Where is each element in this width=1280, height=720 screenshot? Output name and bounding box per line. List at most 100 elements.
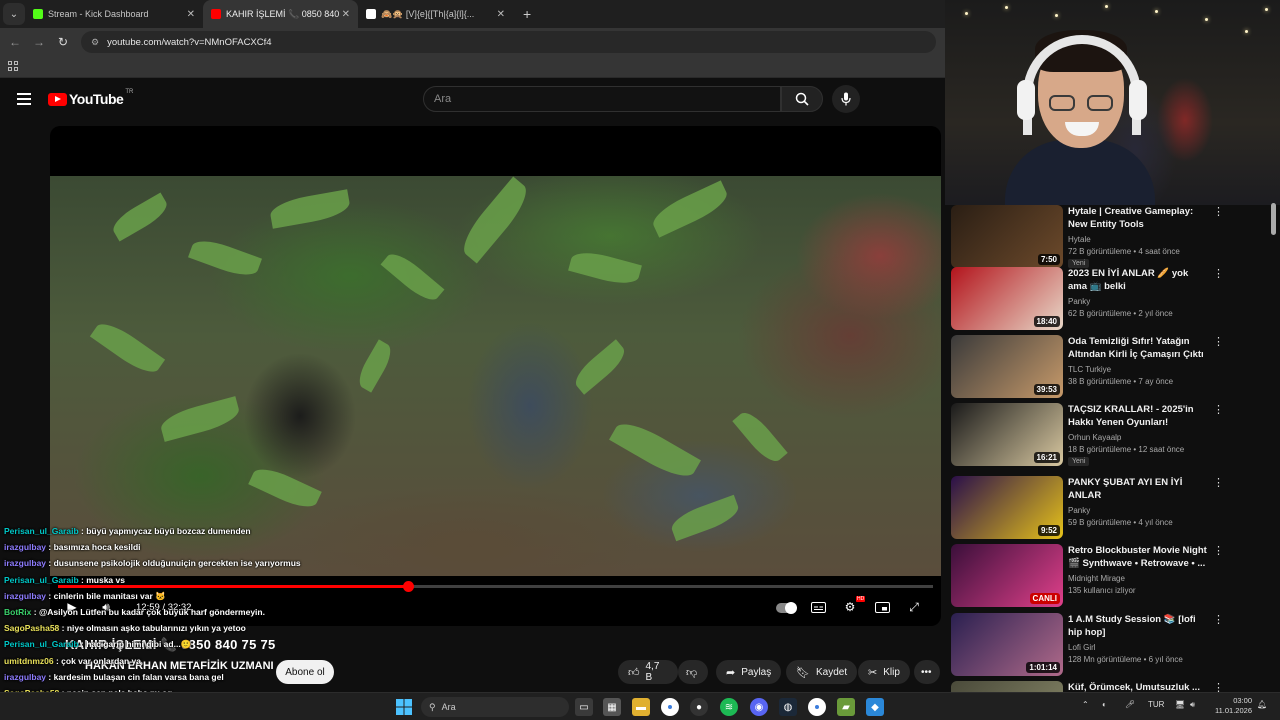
menu-icon[interactable] <box>17 93 31 105</box>
channel-name[interactable]: Panky <box>1068 506 1090 515</box>
video-thumbnail[interactable]: 39:53 <box>951 335 1063 398</box>
share-button[interactable]: ➦ Paylaş <box>716 660 782 684</box>
search-input[interactable]: Ara <box>423 86 781 112</box>
recommended-video[interactable]: 7:50 Hytale | Creative Gameplay: New Enti… <box>951 205 1271 269</box>
recommended-video[interactable]: Küf, Örümcek, Umutsuzluk ... ⋮ <box>951 681 1271 692</box>
tab-kick-dashboard[interactable]: Stream - Kick Dashboard ✕ <box>25 0 203 28</box>
video-thumbnail[interactable]: 16:21 <box>951 403 1063 466</box>
tab-tiktok[interactable]: 🙈🙊 [V]{e]{[Th|{a]{l]{... ✕ <box>358 0 513 28</box>
github-icon[interactable]: ● <box>690 698 708 716</box>
subtitles-icon[interactable] <box>810 600 826 614</box>
more-actions-button[interactable]: ••• <box>914 660 940 684</box>
chat-username[interactable]: irazgulbay <box>4 558 46 568</box>
channel-name[interactable]: Panky <box>1068 297 1090 306</box>
video-title[interactable]: Oda Temizliği Sıfır! Yatağın Altından Ki… <box>1068 335 1208 361</box>
search-button[interactable] <box>781 86 823 112</box>
video-title[interactable]: 1 A.M Study Session 📚 [lofi hip hop] <box>1068 613 1208 639</box>
windows-start-icon[interactable] <box>395 698 413 716</box>
video-thumbnail[interactable]: 18:40 <box>951 267 1063 330</box>
close-tab-icon[interactable]: ✕ <box>187 9 195 20</box>
forward-icon[interactable]: → <box>27 35 51 49</box>
channel-name[interactable]: TLC Turkiye <box>1068 365 1111 374</box>
fullscreen-icon[interactable]: ⤢ <box>906 600 922 614</box>
chat-username[interactable]: BotRix <box>4 607 31 617</box>
more-options-icon[interactable]: ⋮ <box>1213 683 1224 693</box>
video-title[interactable]: Retro Blockbuster Movie Night 🎬 Synthwav… <box>1068 544 1208 570</box>
chrome-icon-2[interactable] <box>808 698 826 716</box>
video-title[interactable]: TAÇSIZ KRALLAR! - 2025'in Hakkı Yenen Oy… <box>1068 403 1208 429</box>
recommended-video[interactable]: 18:40 2023 EN İYİ ANLAR 🥖 yok ama 📺 belki… <box>951 267 1271 331</box>
chat-username[interactable]: umitdnmz06 <box>4 656 54 666</box>
save-button[interactable]: 🔖︎ Kaydet <box>786 660 858 684</box>
tray-overflow-icon[interactable]: ⌃ <box>1082 700 1089 709</box>
settings-gear-icon[interactable]: ⚙ <box>842 600 858 614</box>
recommended-video[interactable]: 39:53 Oda Temizliği Sıfır! Yatağın Altınd… <box>951 335 1271 399</box>
recommended-video[interactable]: 1:01:14 1 A.M Study Session 📚 [lofi hip h… <box>951 613 1271 677</box>
video-thumbnail[interactable]: 9:52 <box>951 476 1063 539</box>
chat-username[interactable]: Perisan_ul_Garaib <box>4 575 79 585</box>
steam-icon[interactable]: ◍ <box>779 698 797 716</box>
close-tab-icon[interactable]: ✕ <box>497 9 505 20</box>
recommended-video[interactable]: 9:52 PANKY ŞUBAT AYI EN İYİ ANLAR Panky 59 … <box>951 476 1271 540</box>
youtube-logo[interactable]: YouTube TR <box>48 89 133 107</box>
sidebar-scrollbar[interactable] <box>1271 203 1276 235</box>
taskbar-search[interactable]: ⚲ Ara <box>421 697 569 717</box>
voice-search-button[interactable] <box>832 85 860 113</box>
apps-grid-icon[interactable] <box>8 61 18 71</box>
speaker-icon[interactable]: 🔊︎ <box>1190 700 1195 710</box>
chat-username[interactable]: SagoPasha58 <box>4 623 59 633</box>
more-options-icon[interactable]: ⋮ <box>1213 405 1224 416</box>
subscribe-button[interactable]: Abone ol <box>276 660 334 684</box>
chat-username[interactable]: irazgulbay <box>4 542 46 552</box>
app-icon-blue[interactable]: ◆ <box>866 698 884 716</box>
network-icon[interactable]: 🖥︎ <box>1175 700 1185 709</box>
chat-username[interactable]: irazgulbay <box>4 591 46 601</box>
tray-app-icon[interactable]: ◐ <box>1102 700 1107 709</box>
site-info-icon[interactable]: ⚙ <box>91 37 99 48</box>
video-title[interactable]: Hytale | Creative Gameplay: New Entity T… <box>1068 205 1208 231</box>
video-progress-bar[interactable] <box>58 581 933 592</box>
video-frame[interactable] <box>50 176 941 576</box>
chat-username[interactable]: Perisan_ul_Garaib <box>4 639 79 649</box>
tab-search-icon[interactable]: ⌄ <box>3 3 25 25</box>
dislike-button[interactable]: 👎︎ <box>678 660 708 684</box>
recommended-video[interactable]: CANLI Retro Blockbuster Movie Night 🎬 Syn… <box>951 544 1271 608</box>
miniplayer-icon[interactable] <box>874 600 890 614</box>
widgets-icon[interactable]: ▦ <box>603 698 621 716</box>
back-icon[interactable]: ← <box>3 35 27 49</box>
app-icon[interactable]: ▰ <box>837 698 855 716</box>
progress-scrubber-handle[interactable] <box>403 581 414 592</box>
recommended-video[interactable]: 16:21 TAÇSIZ KRALLAR! - 2025'in Hakkı Yen… <box>951 403 1271 467</box>
more-options-icon[interactable]: ⋮ <box>1213 615 1224 626</box>
video-thumbnail[interactable]: 7:50 <box>951 205 1063 268</box>
channel-name[interactable]: Lofi Girl <box>1068 643 1096 652</box>
channel-name[interactable]: Midnight Mirage <box>1068 574 1125 583</box>
video-thumbnail[interactable]: CANLI <box>951 544 1063 607</box>
more-options-icon[interactable]: ⋮ <box>1213 337 1224 348</box>
video-thumbnail[interactable]: 1:01:14 <box>951 613 1063 676</box>
system-clock[interactable]: 03:00 11.01.2026 <box>1208 696 1252 716</box>
chrome-icon[interactable] <box>661 698 679 716</box>
language-indicator[interactable]: TUR <box>1148 700 1164 709</box>
chat-username[interactable]: irazgulbay <box>4 672 46 682</box>
video-thumbnail[interactable] <box>951 681 1063 692</box>
tab-youtube-video[interactable]: KAHIR İŞLEMİ 📞 0850 840 75 ✕ <box>203 0 358 28</box>
url-omnibox[interactable]: ⚙ youtube.com/watch?v=NMnOFACXCf4 <box>81 31 936 53</box>
spotify-icon[interactable]: ≋ <box>720 698 738 716</box>
video-title[interactable]: Küf, Örümcek, Umutsuzluk ... <box>1068 681 1208 692</box>
clip-button[interactable]: ✂ Klip <box>858 660 910 684</box>
task-view-icon[interactable]: ▭ <box>575 698 593 716</box>
more-options-icon[interactable]: ⋮ <box>1213 207 1224 218</box>
chat-username[interactable]: Perisan_ul_Garaib <box>4 526 79 536</box>
tray-mic-icon[interactable]: 🎤︎ <box>1125 700 1135 709</box>
new-tab-button[interactable]: + <box>523 6 531 22</box>
channel-name[interactable]: Hytale <box>1068 235 1091 244</box>
autoplay-toggle[interactable] <box>776 602 797 614</box>
more-options-icon[interactable]: ⋮ <box>1213 478 1224 489</box>
video-title[interactable]: 2023 EN İYİ ANLAR 🥖 yok ama 📺 belki <box>1068 267 1208 293</box>
video-title[interactable]: PANKY ŞUBAT AYI EN İYİ ANLAR <box>1068 476 1208 502</box>
more-options-icon[interactable]: ⋮ <box>1213 546 1224 557</box>
more-options-icon[interactable]: ⋮ <box>1213 269 1224 280</box>
like-button[interactable]: 👍︎ 4,7 B <box>618 660 678 684</box>
channel-name[interactable]: Orhun Kayaalp <box>1068 433 1121 442</box>
